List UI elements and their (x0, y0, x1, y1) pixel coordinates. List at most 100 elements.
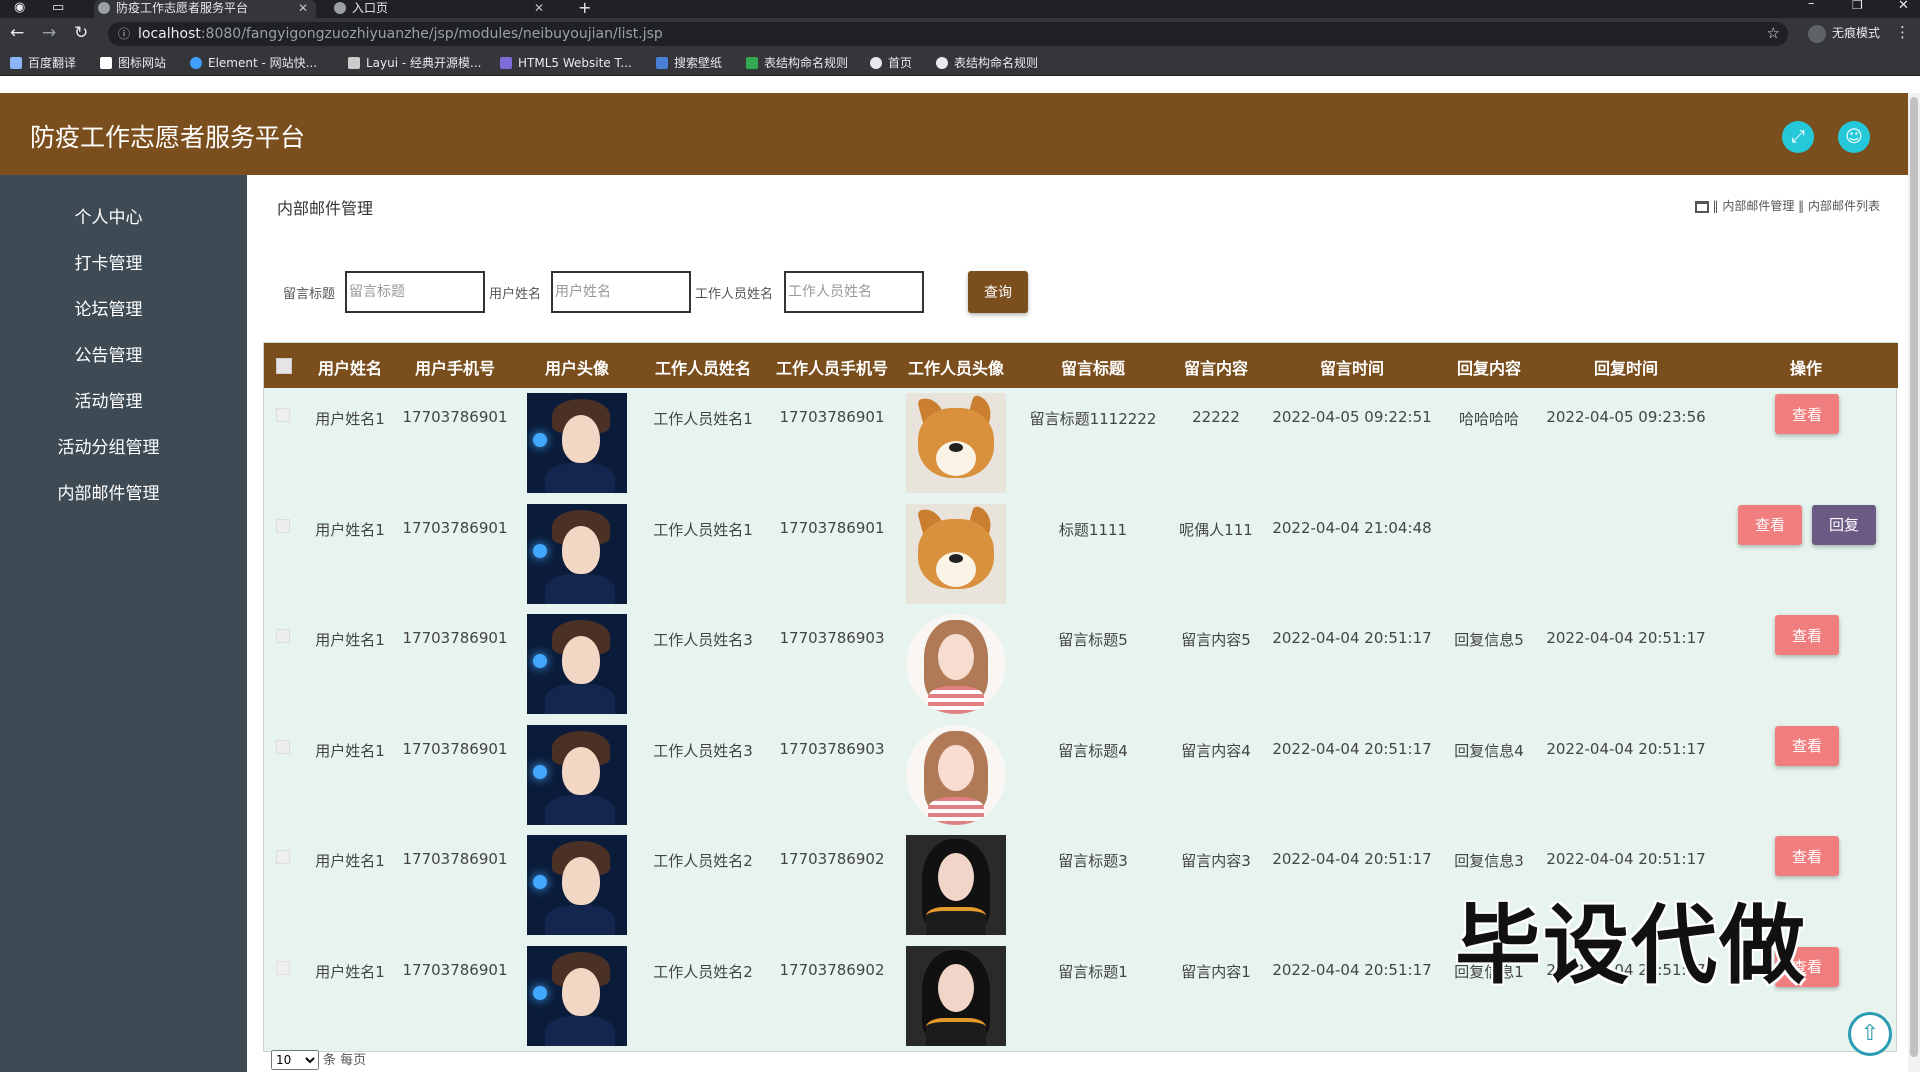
sidebar-item-notice[interactable]: 公告管理 (0, 344, 217, 368)
search-title-input[interactable] (345, 271, 485, 313)
bookmark-item[interactable]: HTML5 Website T... (500, 54, 632, 72)
cell-user-phone: 17703786901 (402, 629, 508, 647)
avatar-nose (949, 553, 963, 563)
user-avatar-image (527, 503, 627, 604)
cell-content: 留言内容1 (1181, 962, 1251, 981)
avatar-light (533, 543, 547, 558)
row-checkbox[interactable] (276, 408, 290, 422)
page-size-select[interactable]: 10 (271, 1050, 319, 1070)
reload-icon[interactable]: ↻ (74, 23, 88, 43)
cell-user-name: 用户姓名1 (315, 962, 385, 981)
user-avatar-image (527, 724, 627, 825)
view-button[interactable]: 查看 (1775, 615, 1839, 655)
cell-staff-phone: 17703786902 (779, 960, 885, 979)
cell-staff-name: 工作人员姓名2 (653, 962, 753, 981)
cell-reply-time: 2022-04-04 20:51:17 (1546, 850, 1706, 868)
row-checkbox[interactable] (276, 960, 290, 975)
avatar-shirt (926, 907, 986, 935)
sidebar-item-forum[interactable]: 论坛管理 (0, 298, 217, 322)
new-tab-icon[interactable]: + (578, 0, 591, 17)
back-to-top-icon[interactable]: ⇧ (1848, 1012, 1892, 1056)
bookmark-item[interactable]: 百度翻译 (10, 54, 76, 72)
fullscreen-icon[interactable]: ⤢ (1782, 121, 1814, 153)
staff-avatar-image (906, 503, 1006, 604)
bookmark-label: Layui - 经典开源模... (366, 56, 482, 70)
bookmark-icon (348, 57, 360, 69)
bookmark-icon (936, 57, 948, 69)
window-close-icon[interactable]: ✕ (1898, 0, 1909, 13)
cell-time: 2022-04-04 20:51:17 (1272, 739, 1432, 758)
bookmark-item[interactable]: 表结构命名规则 (936, 54, 1038, 72)
col-user-phone: 用户手机号 (414, 359, 496, 378)
col-actions: 操作 (1789, 359, 1823, 378)
col-reply-time: 回复时间 (1593, 359, 1659, 378)
cell-reply: 回复信息5 (1454, 631, 1524, 649)
view-button[interactable]: 查看 (1775, 725, 1839, 766)
url-field[interactable]: ⓘ localhost:8080/fangyigongzuozhiyuanzhe… (108, 22, 1788, 46)
sidebar-item-activity[interactable]: 活动管理 (0, 390, 217, 414)
row-checkbox[interactable] (276, 850, 290, 864)
browser-menu-icon[interactable]: ⋮ (1895, 23, 1910, 41)
home-icon[interactable] (1694, 200, 1709, 213)
avatar-light (533, 654, 547, 668)
view-button[interactable]: 查看 (1738, 504, 1802, 545)
scrollbar-thumb[interactable] (1910, 97, 1918, 1057)
app-title: 防疫工作志愿者服务平台 (30, 123, 306, 152)
search-label-title: 留言标题 (283, 287, 336, 302)
avatar-face (562, 636, 600, 684)
cell-user-phone: 17703786901 (402, 960, 508, 979)
select-all-checkbox[interactable] (276, 358, 292, 374)
cell-staff-phone: 17703786901 (779, 408, 885, 426)
forward-icon[interactable]: → (42, 23, 56, 43)
view-button[interactable]: 查看 (1775, 836, 1839, 876)
avatar-body (545, 463, 615, 493)
sidebar-item-personal-center[interactable]: 个人中心 (0, 206, 217, 230)
bookmark-star-icon[interactable]: ☆ (1767, 24, 1780, 42)
minimize-icon[interactable]: – (1808, 0, 1815, 11)
cell-content: 留言内容5 (1181, 631, 1251, 649)
search-staff-input[interactable] (784, 271, 924, 313)
browser-tab-active[interactable]: 防疫工作志愿者服务平台 ✕ (94, 0, 316, 18)
row-checkbox[interactable] (276, 518, 290, 533)
bookmark-item[interactable]: 表结构命名规则 (746, 54, 848, 72)
row-checkbox[interactable] (276, 739, 290, 754)
view-button[interactable]: 查看 (1775, 394, 1839, 434)
cell-reply: 哈哈哈哈 (1458, 410, 1520, 428)
cell-title: 留言标题1112222 (1029, 410, 1157, 428)
cell-user-name: 用户姓名1 (315, 852, 385, 870)
tab-close-icon[interactable]: ✕ (534, 0, 544, 16)
scrollbar[interactable] (1908, 93, 1920, 1072)
restore-icon[interactable]: ❐ (1852, 0, 1863, 12)
cell-reply-time: 2022-04-04 20:51:17 (1546, 629, 1706, 647)
bookmark-item[interactable]: Element - 网站快... (190, 54, 317, 72)
row-checkbox[interactable] (276, 629, 290, 643)
cell-time: 2022-04-04 20:51:17 (1272, 960, 1432, 979)
bookmarks-bar: 百度翻译 图标网站 Element - 网站快... Layui - 经典开源模… (0, 50, 1920, 76)
query-button[interactable]: 查询 (968, 271, 1028, 313)
reply-button[interactable]: 回复 (1812, 504, 1876, 545)
sidebar-item-activity-group[interactable]: 活动分组管理 (0, 436, 217, 460)
incognito-indicator[interactable]: 无痕模式 (1807, 24, 1880, 43)
col-staff-name: 工作人员姓名 (654, 359, 752, 378)
sidebar-item-checkin[interactable]: 打卡管理 (0, 252, 217, 276)
bookmark-label: Element - 网站快... (208, 56, 318, 70)
page-title: 内部邮件管理 (277, 199, 374, 218)
bookmark-item[interactable]: Layui - 经典开源模... (348, 54, 481, 72)
bookmark-item[interactable]: 图标网站 (100, 54, 166, 72)
avatar-shirt (928, 796, 984, 825)
incognito-label: 无痕模式 (1831, 26, 1880, 40)
back-icon[interactable]: ← (10, 23, 24, 43)
user-avatar-icon[interactable]: ☺ (1838, 121, 1870, 153)
bookmark-label: 百度翻译 (28, 56, 77, 70)
browser-tab[interactable]: 入口页 ✕ (330, 0, 552, 18)
bookmark-item[interactable]: 搜索壁纸 (656, 54, 722, 72)
tab-grid-icon[interactable]: ▭ (52, 0, 64, 15)
search-user-input[interactable] (551, 271, 691, 313)
avatar-light (533, 875, 547, 889)
breadcrumb-text[interactable]: ‖ 内部邮件管理 ‖ 内部邮件列表 (1713, 199, 1880, 213)
breadcrumb: ‖ 内部邮件管理 ‖ 内部邮件列表 (1694, 197, 1880, 214)
bookmark-item[interactable]: 首页 (870, 54, 912, 72)
tab-close-icon[interactable]: ✕ (298, 0, 308, 16)
sidebar-item-internal-mail[interactable]: 内部邮件管理 (0, 482, 217, 506)
site-info-icon[interactable]: ⓘ (118, 22, 130, 46)
